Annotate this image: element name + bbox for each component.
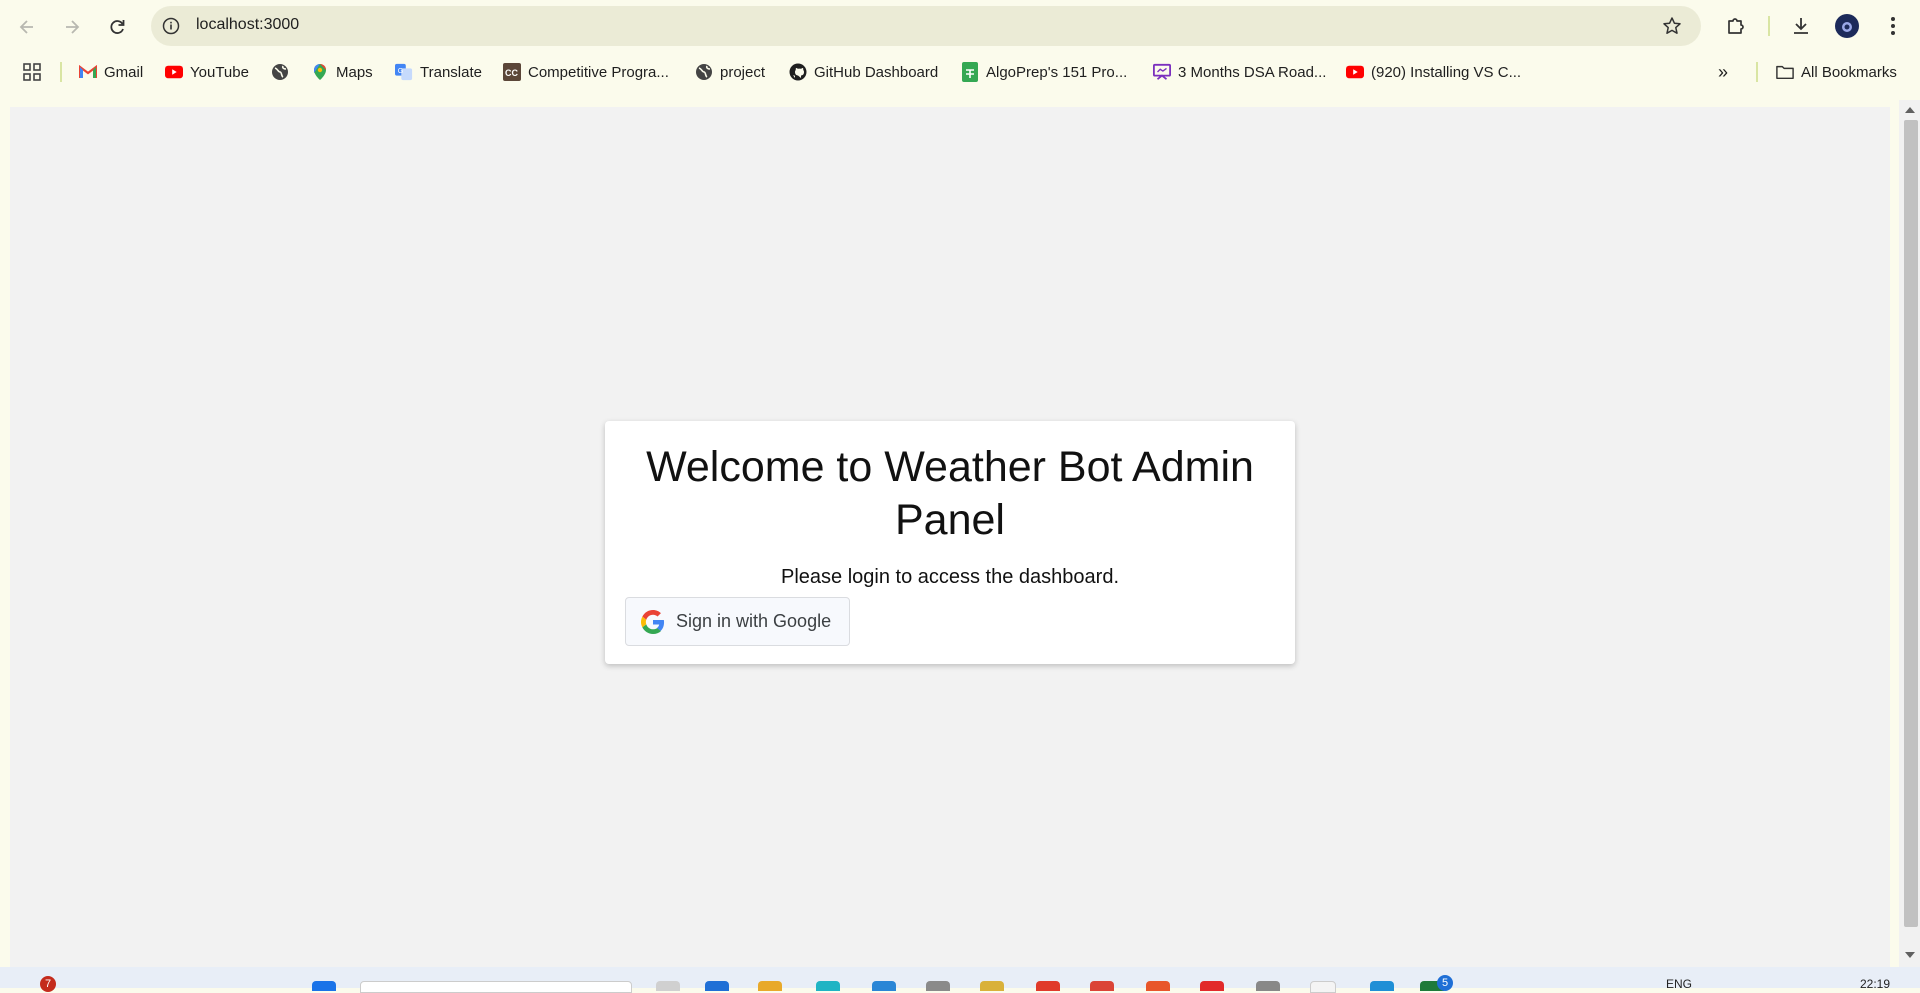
- bookmark-translate[interactable]: G Translate: [395, 62, 482, 82]
- bookmarks-divider: [60, 62, 62, 82]
- codechef-icon: CC: [503, 63, 521, 81]
- github-icon: [789, 63, 807, 81]
- bookmark-project[interactable]: project: [695, 62, 765, 82]
- windows-start-icon[interactable]: [312, 981, 336, 991]
- scroll-up-arrow-icon[interactable]: [1905, 107, 1915, 113]
- taskbar-app-icon[interactable]: [926, 981, 950, 991]
- taskbar-app-icon[interactable]: [1370, 981, 1394, 991]
- forward-arrow-icon: [66, 20, 80, 34]
- notification-badge[interactable]: 7: [40, 976, 56, 992]
- translate-icon: G: [395, 63, 413, 81]
- url-text[interactable]: localhost:3000: [196, 16, 299, 34]
- taskbar-app-icon[interactable]: [1036, 981, 1060, 991]
- sign-in-with-google-button[interactable]: Sign in with Google: [625, 597, 850, 646]
- taskbar-app-icon[interactable]: [816, 981, 840, 991]
- youtube-icon: [1346, 63, 1364, 81]
- folder-icon[interactable]: [758, 981, 782, 991]
- bookmark-label: Competitive Progra...: [528, 63, 669, 81]
- app-badge: 5: [1437, 975, 1453, 991]
- apps-grid-icon[interactable]: [22, 62, 42, 82]
- svg-text:G: G: [398, 66, 404, 75]
- download-icon[interactable]: [1788, 13, 1814, 39]
- forward-button[interactable]: [57, 12, 87, 42]
- taskbar-app-icon[interactable]: [1310, 981, 1336, 993]
- taskbar-app-icon[interactable]: [705, 981, 729, 991]
- toolbar-divider: [1768, 16, 1770, 36]
- extensions-icon[interactable]: [1723, 13, 1749, 39]
- clock-time[interactable]: 22:19: [1860, 977, 1890, 991]
- language-indicator[interactable]: ENG: [1666, 977, 1692, 991]
- bookmark-gmail[interactable]: Gmail: [79, 62, 143, 82]
- scroll-down-arrow-icon[interactable]: [1905, 952, 1915, 958]
- all-bookmarks-label: All Bookmarks: [1801, 63, 1897, 81]
- taskbar-app-icon[interactable]: [1146, 981, 1170, 991]
- bookmark-competitive-programming[interactable]: CC Competitive Progra...: [503, 62, 669, 82]
- reload-button[interactable]: [102, 12, 132, 42]
- folder-icon: [1776, 63, 1794, 81]
- bookmark-star-icon[interactable]: [1661, 15, 1683, 37]
- menu-kebab-icon[interactable]: [1880, 13, 1906, 39]
- bookmark-dsa-roadmap[interactable]: 3 Months DSA Road...: [1153, 62, 1326, 82]
- browser-toolbar: localhost:3000: [0, 0, 1920, 52]
- reload-icon: [110, 20, 125, 34]
- taskbar-app-icon[interactable]: [980, 981, 1004, 991]
- globe-icon: [271, 63, 289, 81]
- os-taskbar: 7 5 ENG 22:19: [0, 967, 1920, 993]
- bookmark-algoprep[interactable]: AlgoPrep's 151 Pro...: [961, 62, 1127, 82]
- bookmark-github-dashboard[interactable]: GitHub Dashboard: [789, 62, 938, 82]
- site-info-icon[interactable]: [161, 16, 181, 36]
- bookmarks-bar: Gmail YouTube Maps G Translate CC Compet…: [0, 52, 1920, 92]
- back-button[interactable]: [12, 12, 42, 42]
- bookmark-label: Translate: [420, 63, 482, 81]
- bookmark-youtube[interactable]: YouTube: [165, 62, 249, 82]
- globe-icon: [695, 63, 713, 81]
- bookmark-label: YouTube: [190, 63, 249, 81]
- sheets-icon: [961, 62, 979, 82]
- taskbar-app-icon[interactable]: [1200, 981, 1224, 991]
- chrome-icon[interactable]: [1090, 981, 1114, 991]
- taskbar-app-icon[interactable]: [656, 981, 680, 991]
- bookmark-label: project: [720, 63, 766, 81]
- all-bookmarks-folder[interactable]: All Bookmarks: [1776, 62, 1897, 82]
- maps-icon: [311, 63, 329, 81]
- page-title: Welcome to Weather Bot Admin Panel: [646, 443, 1254, 544]
- google-button-label: Sign in with Google: [676, 611, 832, 631]
- bookmark-label: 3 Months DSA Road...: [1178, 63, 1327, 81]
- login-prompt: Please login to access the dashboard.: [781, 566, 1119, 588]
- vertical-scrollbar[interactable]: [1899, 100, 1920, 967]
- bookmark-label: GitHub Dashboard: [814, 63, 939, 81]
- back-arrow-icon: [19, 20, 33, 34]
- login-card: Welcome to Weather Bot Admin Panel Pleas…: [605, 421, 1295, 664]
- bookmark-globe[interactable]: [271, 62, 296, 82]
- taskbar-app-icon[interactable]: [872, 981, 896, 991]
- google-g-icon: [641, 609, 665, 634]
- scrollbar-thumb[interactable]: [1904, 120, 1918, 927]
- youtube-icon: [165, 63, 183, 81]
- bookmarks-divider: [1756, 62, 1758, 82]
- taskbar-search-box[interactable]: [360, 981, 632, 993]
- svg-text:CC: CC: [505, 68, 518, 78]
- bookmark-label: AlgoPrep's 151 Pro...: [986, 63, 1128, 81]
- taskbar-app-icon[interactable]: [1256, 981, 1280, 991]
- bookmark-label: (920) Installing VS C...: [1371, 63, 1522, 81]
- bookmark-installing-vs-code[interactable]: (920) Installing VS C...: [1346, 62, 1521, 82]
- more-bookmarks-chevron-icon[interactable]: »: [1718, 62, 1728, 82]
- bookmark-maps[interactable]: Maps: [311, 62, 373, 82]
- gmail-icon: [79, 63, 97, 81]
- address-bar[interactable]: localhost:3000: [151, 6, 1701, 46]
- profile-avatar[interactable]: [1834, 13, 1860, 39]
- bookmark-label: Gmail: [104, 63, 144, 81]
- slides-icon: [1153, 63, 1171, 81]
- bookmark-label: Maps: [336, 63, 373, 81]
